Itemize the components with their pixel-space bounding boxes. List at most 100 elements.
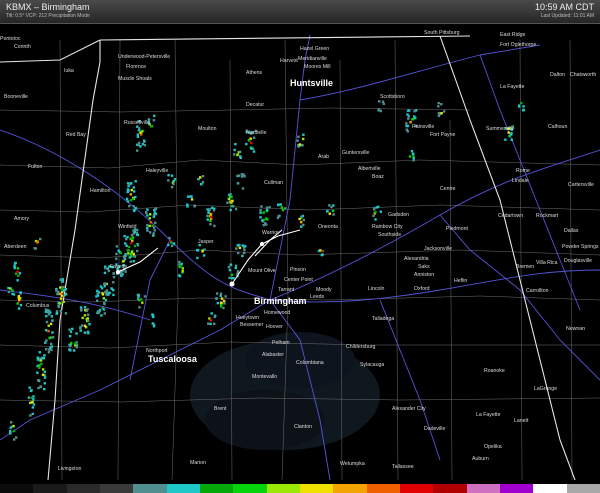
echo-pixel xyxy=(103,312,106,315)
colorbar-swatch xyxy=(0,484,34,493)
echo-pixel xyxy=(96,299,99,302)
echo-pixel xyxy=(18,298,21,301)
echo-pixel xyxy=(13,266,17,269)
echo-pixel xyxy=(279,203,282,206)
echo-pixel xyxy=(103,285,106,288)
echo-pixel xyxy=(104,290,107,294)
echo-pixel xyxy=(59,297,63,300)
echo-pixel xyxy=(437,105,440,108)
echo-pixel xyxy=(190,195,193,198)
echo-pixel xyxy=(210,312,213,315)
echo-pixel xyxy=(298,217,301,221)
echo-pixel xyxy=(330,205,333,209)
echo-pixel xyxy=(302,223,305,227)
echo-pixel xyxy=(332,213,335,216)
echo-pixel xyxy=(227,197,231,201)
city-label: Decatur xyxy=(246,102,264,108)
echo-pixel xyxy=(222,306,225,310)
city-label: Boaz xyxy=(372,174,384,180)
echo-pixel xyxy=(33,247,36,250)
echo-pixel xyxy=(125,244,128,247)
echo-pixel xyxy=(262,224,265,227)
echo-pixel xyxy=(379,109,382,113)
echo-pixel xyxy=(140,130,144,133)
echo-pixel xyxy=(16,302,19,305)
echo-pixel xyxy=(298,143,302,146)
echo-pixel xyxy=(132,260,135,263)
echo-pixel xyxy=(213,315,216,319)
echo-pixel xyxy=(50,348,53,352)
city-label: Corinth xyxy=(14,44,31,50)
echo-pixel xyxy=(228,268,232,272)
echo-pixel xyxy=(129,252,133,256)
echo-pixel xyxy=(103,271,107,275)
echo-pixel xyxy=(209,219,212,222)
echo-pixel xyxy=(87,319,90,322)
city-label: Pelham xyxy=(272,340,290,346)
echo-pixel xyxy=(510,138,513,142)
echo-pixel xyxy=(317,249,321,253)
echo-pixel xyxy=(180,262,183,266)
echo-pixel xyxy=(407,117,410,120)
city-label: Oxford xyxy=(414,286,430,292)
echo-pixel xyxy=(372,214,375,217)
echo-pixel xyxy=(206,208,209,211)
echo-pixel xyxy=(123,234,126,238)
echo-pixel xyxy=(9,426,12,429)
echo-pixel xyxy=(61,278,64,281)
echo-pixel xyxy=(134,195,137,199)
city-label: Anniston xyxy=(414,272,434,278)
echo-pixel xyxy=(27,396,31,399)
echo-pixel xyxy=(248,139,251,142)
echo-pixel xyxy=(43,354,46,357)
colorbar-swatch xyxy=(266,484,300,493)
echo-pixel xyxy=(83,331,87,334)
echo-pixel xyxy=(237,251,240,255)
colorbar-swatch xyxy=(466,484,500,493)
echo-pixel xyxy=(128,256,131,259)
echo-pixel xyxy=(172,242,176,245)
echo-pixel xyxy=(301,144,304,147)
echo-pixel xyxy=(104,298,108,302)
echo-pixel xyxy=(70,341,73,345)
echo-pixel xyxy=(112,281,115,284)
city-label: Talladega xyxy=(372,316,394,322)
echo-pixel xyxy=(79,306,83,309)
echo-pixel xyxy=(115,252,118,256)
echo-pixel xyxy=(259,208,262,212)
echo-pixel xyxy=(148,224,151,228)
echo-pixel xyxy=(119,272,122,276)
echo-pixel xyxy=(39,359,43,362)
echo-pixel xyxy=(133,244,137,248)
echo-pixel xyxy=(172,182,175,186)
echo-pixel xyxy=(79,329,82,332)
echo-pixel xyxy=(200,182,203,186)
city-label: Cartersville xyxy=(568,182,594,188)
echo-pixel xyxy=(112,293,115,297)
echo-pixel xyxy=(141,301,144,304)
echo-pixel xyxy=(268,206,271,209)
city-label: Cullman xyxy=(264,180,283,186)
city-label: Tuscaloosa xyxy=(148,354,198,364)
echo-pixel xyxy=(300,220,303,224)
echo-pixel xyxy=(374,218,377,221)
echo-pixel xyxy=(74,342,77,345)
colorbar-swatch xyxy=(333,484,367,493)
echo-pixel xyxy=(201,250,204,253)
echo-pixel xyxy=(17,307,21,310)
city-label: Dadeville xyxy=(424,426,445,432)
echo-pixel xyxy=(83,306,87,309)
city-label: Aberdeen xyxy=(4,244,27,250)
echo-pixel xyxy=(153,114,156,118)
echo-pixel xyxy=(411,153,415,156)
radar-map[interactable]: Corinth Iuka Booneville Underwood-Petersvil… xyxy=(0,24,600,484)
station-title: KBMX – Birmingham xyxy=(6,2,90,12)
echo-pixel xyxy=(12,424,15,428)
echo-pixel xyxy=(234,207,238,211)
echo-pixel xyxy=(16,267,20,270)
city-label: LaGrange xyxy=(534,386,557,392)
city-label: Hamilton xyxy=(90,188,111,194)
echo-pixel xyxy=(146,214,149,217)
echo-pixel xyxy=(103,302,106,306)
echo-pixel xyxy=(518,105,521,108)
